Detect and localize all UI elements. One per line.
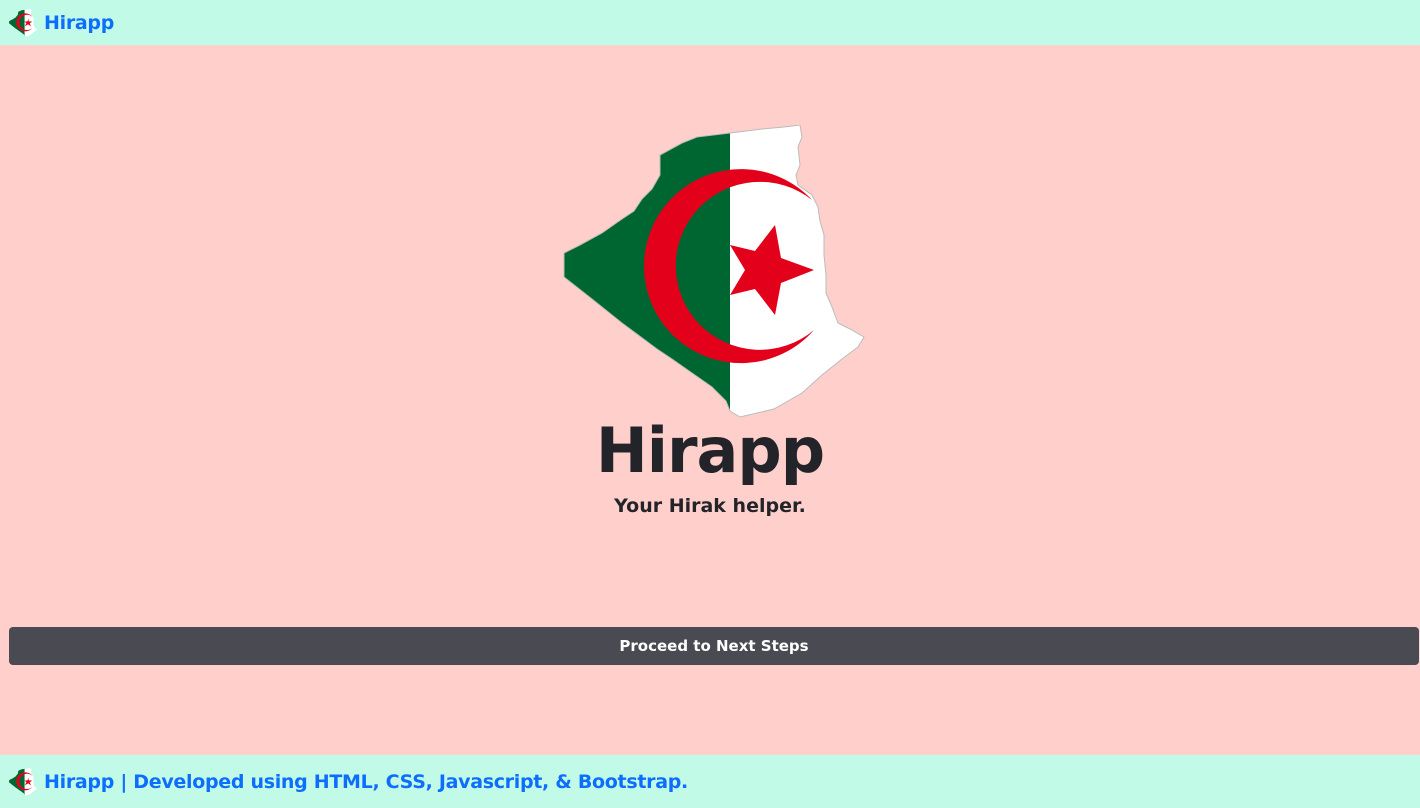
proceed-button[interactable]: Proceed to Next Steps xyxy=(9,627,1419,665)
page-title: Hirapp xyxy=(595,414,825,487)
footer-text: Hirapp | Developed using HTML, CSS, Java… xyxy=(44,770,688,793)
algeria-map-flag-icon xyxy=(9,8,37,37)
navbar-brand-link[interactable]: Hirapp xyxy=(9,8,114,38)
algeria-map-flag-icon xyxy=(9,767,37,796)
navbar: Hirapp xyxy=(0,0,1420,45)
footer-brand-link[interactable]: Hirapp | Developed using HTML, CSS, Java… xyxy=(9,767,688,797)
footer: Hirapp | Developed using HTML, CSS, Java… xyxy=(0,755,1420,808)
algeria-map-flag-icon xyxy=(563,125,865,418)
page-subtitle: Your Hirak helper. xyxy=(614,495,806,517)
navbar-brand-label: Hirapp xyxy=(44,11,115,34)
